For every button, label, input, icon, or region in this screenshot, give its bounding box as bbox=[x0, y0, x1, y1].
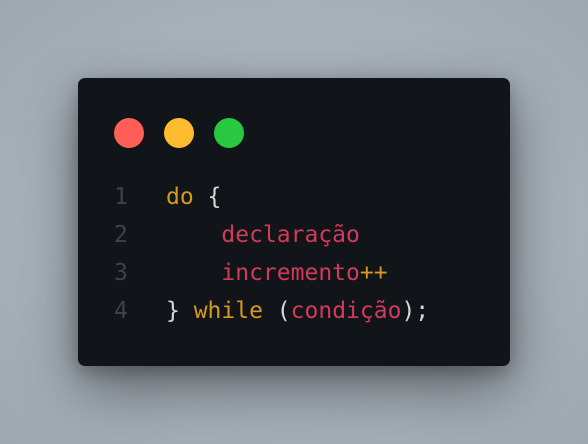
line-number: 4 bbox=[114, 298, 128, 324]
window-controls bbox=[114, 118, 244, 148]
identifier-declaracao: declaração bbox=[221, 222, 360, 248]
code-line-4: 4 } while (condição); bbox=[78, 292, 510, 330]
code-line-1: 1 do { bbox=[78, 178, 510, 216]
identifier-incremento: incremento bbox=[221, 260, 360, 286]
line-content: incremento++ bbox=[166, 254, 388, 292]
identifier-condicao: condição bbox=[290, 298, 402, 324]
minimize-dot-icon[interactable] bbox=[164, 118, 194, 148]
code-line-3: 3 incremento++ bbox=[78, 254, 510, 292]
close-brace: } bbox=[166, 298, 194, 324]
line-number: 1 bbox=[114, 184, 128, 210]
code-line-2: 2 declaração bbox=[78, 216, 510, 254]
line-content: do { bbox=[166, 178, 221, 216]
open-brace: { bbox=[193, 184, 222, 210]
maximize-dot-icon[interactable] bbox=[214, 118, 244, 148]
code-block: 1 do { 2 declaração 3 incremento++ 4 } w… bbox=[78, 178, 510, 330]
open-paren: ( bbox=[262, 298, 291, 324]
close-dot-icon[interactable] bbox=[114, 118, 144, 148]
code-window: 1 do { 2 declaração 3 incremento++ 4 } w… bbox=[78, 78, 510, 366]
line-content: } while (condição); bbox=[166, 292, 429, 330]
keyword-while: while bbox=[193, 298, 263, 324]
close-paren-semicolon: ); bbox=[401, 298, 430, 324]
line-number: 3 bbox=[114, 260, 128, 286]
keyword-do: do bbox=[166, 184, 194, 210]
increment-operator: ++ bbox=[359, 260, 388, 286]
line-number: 2 bbox=[114, 222, 128, 248]
line-content: declaração bbox=[166, 216, 360, 254]
